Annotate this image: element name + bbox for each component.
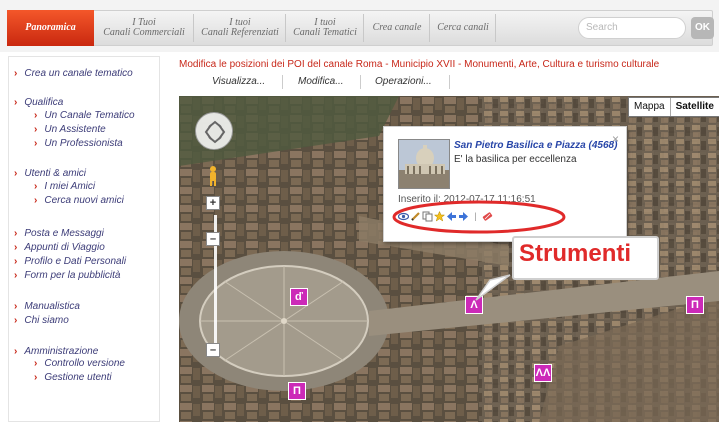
callout-pointer [475, 274, 511, 301]
annotation-label: Strumenti [519, 240, 632, 267]
annotation-overlay [392, 200, 566, 301]
highlight-ellipse [392, 200, 566, 234]
